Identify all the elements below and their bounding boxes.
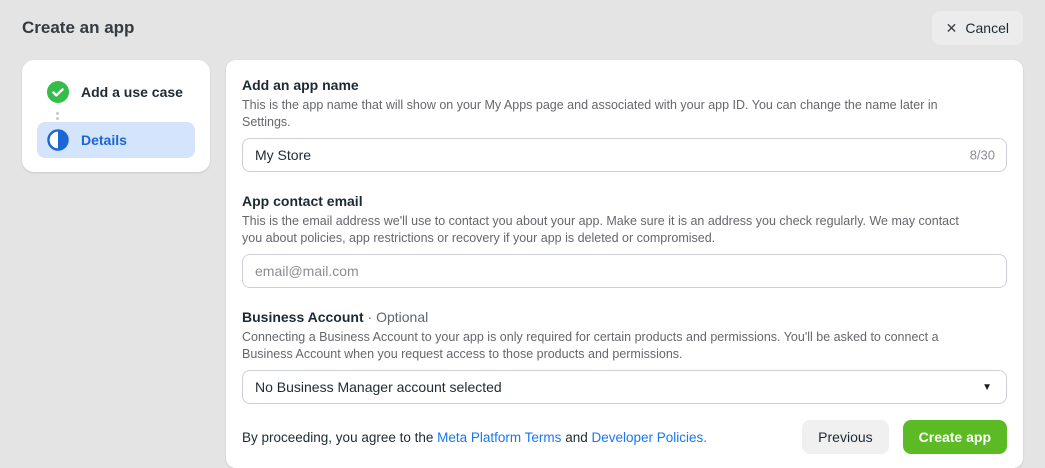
app-name-description: This is the app name that will show on y… (242, 97, 982, 131)
select-value: No Business Manager account selected (255, 379, 502, 395)
business-account-section: Business Account · Optional Connecting a… (242, 308, 1007, 404)
developer-policies-link[interactable]: Developer Policies. (591, 430, 707, 445)
contact-email-label: App contact email (242, 192, 1007, 210)
chevron-down-icon: ▼ (982, 382, 992, 393)
contact-email-section: App contact email This is the email addr… (242, 192, 1007, 288)
close-icon: ✕ (946, 21, 958, 35)
form-footer: By proceeding, you agree to the Meta Pla… (242, 420, 1007, 454)
business-account-label: Business Account · Optional (242, 308, 1007, 326)
contact-email-input[interactable] (242, 254, 1007, 288)
agreement-text: By proceeding, you agree to the Meta Pla… (242, 430, 707, 445)
check-circle-icon (47, 81, 69, 103)
step-label: Details (81, 132, 127, 148)
app-name-input[interactable] (242, 138, 1007, 172)
meta-platform-terms-link[interactable]: Meta Platform Terms (437, 430, 561, 445)
page-title: Create an app (22, 18, 134, 38)
app-name-label: Add an app name (242, 76, 1007, 94)
contact-email-description: This is the email address we'll use to c… (242, 213, 982, 247)
stepper-sidebar: Add a use case Details (22, 60, 210, 172)
step-label: Add a use case (81, 84, 183, 100)
page-header: Create an app ✕ Cancel (0, 0, 1045, 56)
optional-tag: · Optional (364, 309, 429, 325)
create-app-button[interactable]: Create app (903, 420, 1007, 454)
previous-button[interactable]: Previous (802, 420, 888, 454)
cancel-button[interactable]: ✕ Cancel (932, 11, 1023, 45)
cancel-button-label: Cancel (965, 21, 1009, 35)
char-counter: 8/30 (970, 148, 995, 163)
app-name-section: Add an app name This is the app name tha… (242, 76, 1007, 172)
business-account-description: Connecting a Business Account to your ap… (242, 329, 982, 363)
step-add-a-use-case[interactable]: Add a use case (37, 74, 195, 110)
create-app-form-card: Add an app name This is the app name tha… (226, 60, 1023, 468)
step-details[interactable]: Details (37, 122, 195, 158)
content-area: Add a use case Details Add an app name T… (0, 56, 1045, 468)
step-connector (56, 110, 195, 122)
business-account-select[interactable]: No Business Manager account selected ▼ (242, 370, 1007, 404)
half-filled-circle-icon (47, 129, 69, 151)
